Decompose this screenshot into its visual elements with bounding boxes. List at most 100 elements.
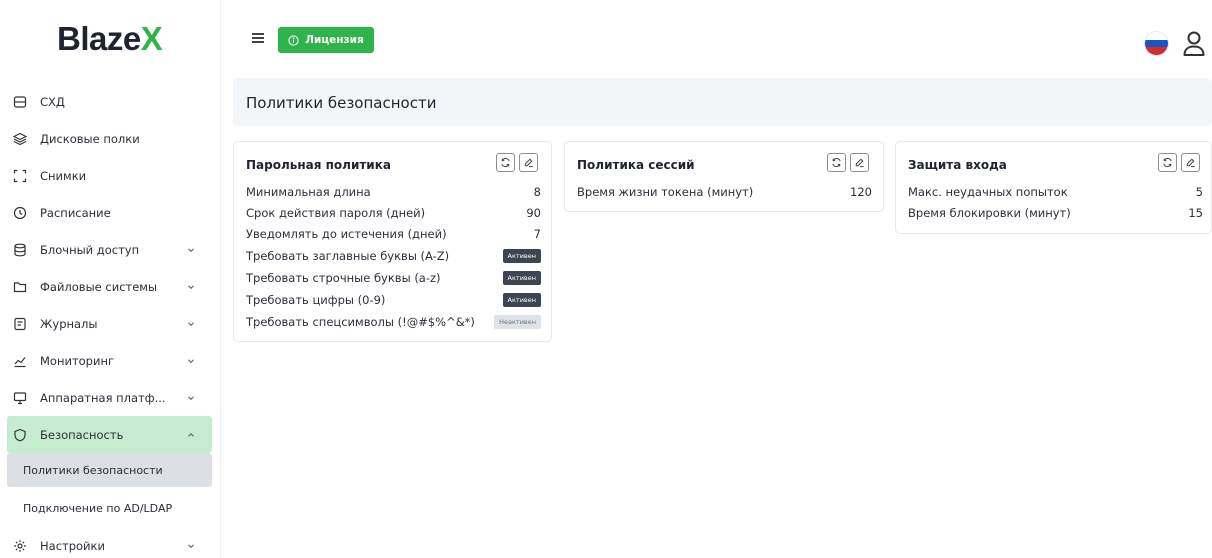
status-badge: Активен <box>502 249 541 263</box>
edit-button[interactable] <box>519 153 538 172</box>
sidebar-item-snapshots[interactable]: Снимки <box>0 157 221 194</box>
sidebar-item-schedule[interactable]: Расписание <box>0 194 221 231</box>
status-badge: Активен <box>502 293 541 307</box>
edit-icon <box>524 158 533 168</box>
row-label: Время жизни токена (минут) <box>577 185 754 199</box>
chevron-down-icon <box>188 247 194 252</box>
row-value: 5 <box>1195 185 1203 199</box>
sidebar-item-label: СХД <box>40 94 65 109</box>
sidebar-item-label: Расписание <box>40 205 111 220</box>
edit-icon <box>855 158 864 168</box>
sidebar-item-label: Дисковые полки <box>40 131 140 146</box>
sidebar-item-monitoring[interactable]: Мониторинг <box>0 342 221 379</box>
policy-row: Время жизни токена (минут) 120 <box>577 182 872 202</box>
status-badge: Неактивен <box>494 315 541 329</box>
row-value: 7 <box>533 227 541 241</box>
folder-icon <box>12 279 28 295</box>
refresh-button[interactable] <box>827 153 846 172</box>
hardware-icon <box>12 390 28 406</box>
refresh-button[interactable] <box>1158 153 1177 172</box>
sidebar-item-label: Аппаратная платф... <box>40 390 166 405</box>
brand-name-accent: X <box>140 20 163 57</box>
sidebar-item-block-access[interactable]: Блочный доступ <box>0 231 221 268</box>
gear-icon <box>12 538 28 554</box>
ru-flag-icon[interactable] <box>1145 32 1168 55</box>
card-title: Парольная политика <box>246 158 391 172</box>
chevron-down-icon <box>188 358 194 363</box>
sidebar-item-label: Снимки <box>40 168 87 183</box>
policy-row: Уведомлять до истечения (дней) 7 <box>246 224 541 244</box>
shield-icon <box>12 427 28 443</box>
edit-button[interactable] <box>1181 153 1200 172</box>
edit-button[interactable] <box>850 153 869 172</box>
sidebar-item-logs[interactable]: Журналы <box>0 305 221 342</box>
sidebar-item-file-systems[interactable]: Файловые системы <box>0 268 221 305</box>
brand-logo[interactable]: BlazeX <box>57 20 163 58</box>
card-title: Защита входа <box>908 158 1007 172</box>
policy-row: Требовать спецсимволы (!@#$%^&*) Неактиве… <box>246 312 541 332</box>
sidebar-subitem-label: Политики безопасности <box>23 463 163 477</box>
policy-row: Минимальная длина 8 <box>246 182 541 202</box>
login-protection-card: Защита входа Макс. неудачных попыток 5 Вр… <box>895 141 1212 234</box>
row-value: 15 <box>1188 206 1203 220</box>
sidebar-item-label: Настройки <box>40 538 105 553</box>
sidebar-nav: СХД Дисковые полки Снимки Расписание Бло… <box>0 83 221 558</box>
sidebar: BlazeX СХД Дисковые полки Снимки Расписа… <box>0 0 221 558</box>
status-badge: Активен <box>502 271 541 285</box>
row-label: Уведомлять до истечения (дней) <box>246 227 447 241</box>
monitoring-icon <box>12 353 28 369</box>
brand-name: Blaze <box>57 20 141 57</box>
chevron-down-icon <box>188 321 194 326</box>
chevron-down-icon <box>188 543 194 548</box>
sidebar-item-hardware[interactable]: Аппаратная платф... <box>0 379 221 416</box>
user-icon[interactable] <box>1182 30 1206 58</box>
edit-icon <box>1186 158 1195 168</box>
refresh-icon <box>501 157 510 168</box>
snapshot-icon <box>12 168 28 184</box>
license-button[interactable]: Лицензия <box>278 27 374 53</box>
refresh-button[interactable] <box>496 153 515 172</box>
row-label: Требовать заглавные буквы (A-Z) <box>246 249 450 263</box>
row-label: Время блокировки (минут) <box>908 206 1071 220</box>
sidebar-item-storage[interactable]: СХД <box>0 83 221 120</box>
policy-row: Макс. неудачных попыток 5 <box>908 182 1203 202</box>
row-label: Требовать строчные буквы (a-z) <box>246 271 441 285</box>
row-value: 8 <box>533 185 541 199</box>
row-label: Срок действия пароля (дней) <box>246 206 426 220</box>
card-actions <box>496 153 538 172</box>
row-label: Требовать спецсимволы (!@#$%^&*) <box>246 315 475 329</box>
sidebar-subitem-ad-ldap[interactable]: Подключение по AD/LDAP <box>0 491 221 525</box>
policy-row: Время блокировки (минут) 15 <box>908 203 1203 223</box>
policy-row: Требовать заглавные буквы (A-Z) Активен <box>246 246 541 266</box>
storage-icon <box>12 94 28 110</box>
row-value: 90 <box>526 206 541 220</box>
license-button-label: Лицензия <box>305 34 364 46</box>
sidebar-item-label: Безопасность <box>40 427 124 442</box>
chevron-down-icon <box>188 395 194 400</box>
layers-icon <box>12 131 28 147</box>
sidebar-item-disk-shelves[interactable]: Дисковые полки <box>0 120 221 157</box>
refresh-icon <box>1163 157 1172 168</box>
page-title: Политики безопасности <box>246 94 437 112</box>
card-actions <box>1158 153 1200 172</box>
sidebar-item-settings[interactable]: Настройки <box>0 527 221 558</box>
row-label: Минимальная длина <box>246 185 371 199</box>
sidebar-item-label: Блочный доступ <box>40 242 140 257</box>
sidebar-item-label: Мониторинг <box>40 353 115 368</box>
sidebar-item-label: Файловые системы <box>40 279 158 294</box>
log-icon <box>12 316 28 332</box>
chevron-up-icon <box>188 432 194 437</box>
card-actions <box>827 153 869 172</box>
policy-row: Требовать цифры (0-9) Активен <box>246 290 541 310</box>
policy-row: Срок действия пароля (дней) 90 <box>246 203 541 223</box>
database-icon <box>12 242 28 258</box>
page-header: Политики безопасности <box>233 78 1212 126</box>
menu-toggle-icon[interactable] <box>252 33 266 43</box>
session-policy-card: Политика сессий Время жизни токена (мину… <box>564 141 884 212</box>
sidebar-item-security[interactable]: Безопасность <box>7 416 212 453</box>
sidebar-subitem-label: Подключение по AD/LDAP <box>23 501 173 515</box>
sidebar-subitem-security-policies[interactable]: Политики безопасности <box>7 453 212 487</box>
row-label: Макс. неудачных попыток <box>908 185 1068 199</box>
refresh-icon <box>832 157 841 168</box>
info-icon <box>288 34 299 46</box>
